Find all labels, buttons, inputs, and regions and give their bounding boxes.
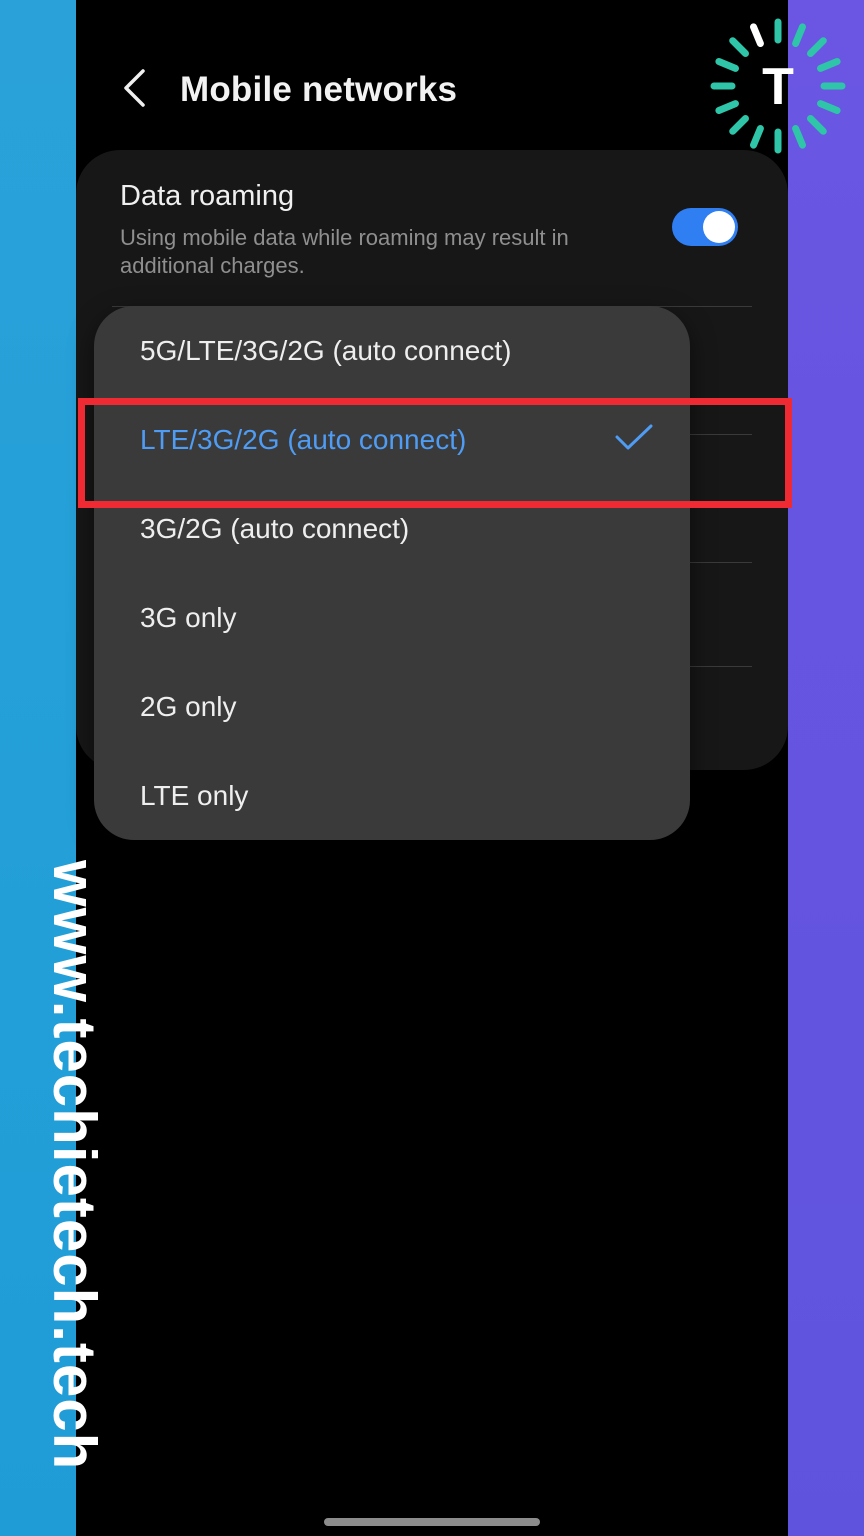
checkmark-icon: [615, 424, 653, 450]
option-label: LTE/3G/2G (auto connect): [140, 423, 467, 455]
logo-letter: T: [762, 58, 794, 116]
page-title: Mobile networks: [180, 70, 458, 109]
network-mode-option[interactable]: 2G only: [94, 662, 690, 751]
techietech-logo-icon: T: [710, 18, 846, 154]
network-mode-option[interactable]: 5G/LTE/3G/2G (auto connect): [94, 306, 690, 395]
option-label: 5G/LTE/3G/2G (auto connect): [140, 334, 512, 366]
data-roaming-description: Using mobile data while roaming may resu…: [120, 225, 569, 278]
toggle-knob: [703, 211, 735, 243]
phone-screen: Mobile networks Data roaming Using mobil…: [76, 0, 788, 1536]
option-label: 2G only: [140, 690, 237, 722]
right-brand-band: [788, 0, 864, 1536]
option-label: LTE only: [140, 779, 249, 811]
data-roaming-toggle[interactable]: [672, 208, 738, 246]
network-mode-option[interactable]: 3G only: [94, 573, 690, 662]
network-mode-option[interactable]: LTE only: [94, 751, 690, 840]
network-mode-option-selected[interactable]: LTE/3G/2G (auto connect): [94, 395, 690, 484]
gesture-nav-bar[interactable]: [324, 1518, 540, 1526]
back-button[interactable]: [112, 66, 156, 110]
option-label: 3G/2G (auto connect): [140, 512, 410, 544]
data-roaming-title[interactable]: Data roaming: [120, 180, 294, 213]
chevron-left-icon: [124, 69, 145, 107]
network-mode-dropdown: 5G/LTE/3G/2G (auto connect) LTE/3G/2G (a…: [94, 306, 690, 840]
network-mode-option[interactable]: 3G/2G (auto connect): [94, 484, 690, 573]
watermark-text: www.techietech.tech: [42, 860, 106, 1471]
watermark: www.techietech.tech: [42, 860, 106, 1524]
app-bar: Mobile networks: [76, 52, 788, 132]
option-label: 3G only: [140, 601, 237, 633]
